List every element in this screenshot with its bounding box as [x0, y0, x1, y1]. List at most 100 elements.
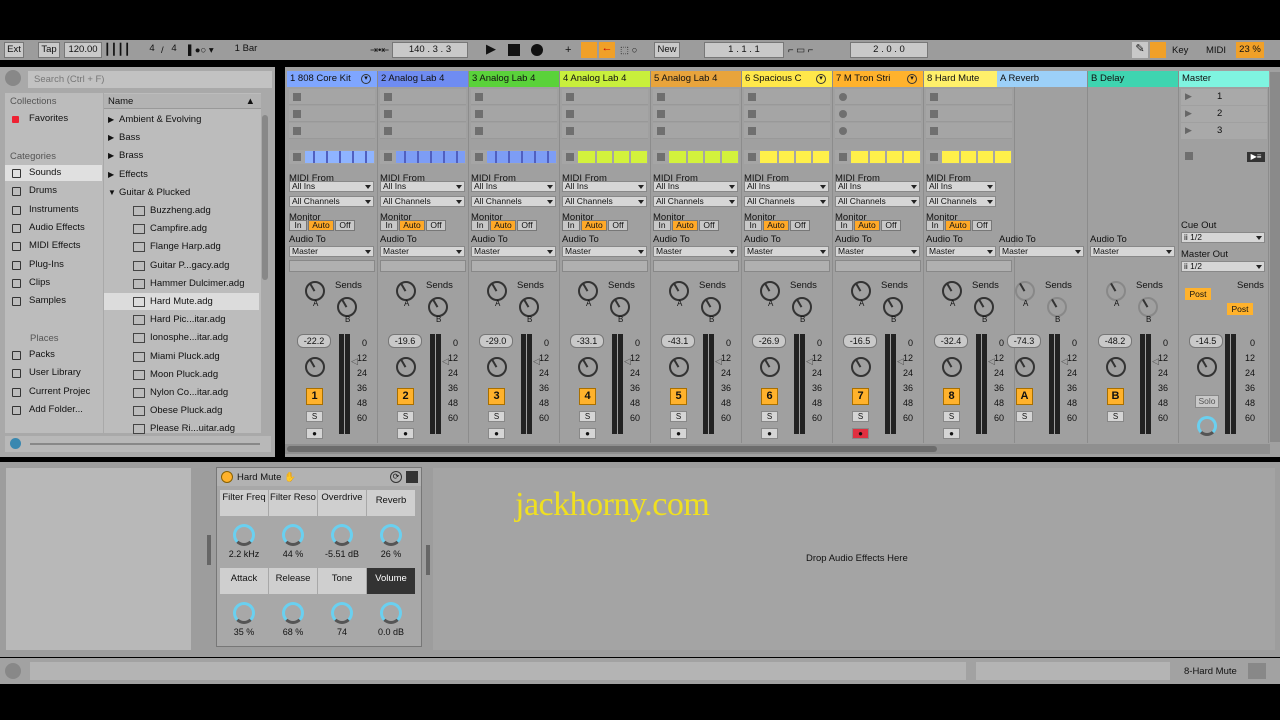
name-column-header[interactable]: Name ▲	[104, 94, 261, 109]
master-volume-field[interactable]: -14.5	[1189, 334, 1223, 348]
midi-map-label[interactable]: MIDI	[1206, 44, 1226, 57]
track-volume-field[interactable]: -43.1	[661, 334, 695, 348]
track-title[interactable]: 5 Analog Lab 4	[651, 71, 741, 87]
macro-tone-label[interactable]: Tone	[318, 568, 366, 594]
macro-knob[interactable]	[380, 524, 402, 546]
browser-file[interactable]: Obese Pluck.adg	[104, 402, 259, 419]
macro-knob[interactable]	[282, 524, 304, 546]
master-out-select[interactable]: ii 1/2	[1181, 261, 1265, 272]
track-activator-button[interactable]: 7	[852, 388, 869, 405]
cue-volume-knob[interactable]	[1197, 416, 1217, 436]
fader-handle-icon[interactable]: ◁	[624, 356, 631, 367]
follow-icon[interactable]: ⇥•⇤	[370, 44, 389, 57]
tempo-field[interactable]: 120.00	[64, 42, 102, 58]
master-pan-knob[interactable]	[1197, 357, 1217, 377]
pan-knob[interactable]	[1106, 357, 1126, 377]
send-b-knob[interactable]	[1047, 297, 1067, 317]
send-b-knob[interactable]	[974, 297, 994, 317]
automation-arm-icon[interactable]	[581, 42, 597, 58]
device-resize-handle-right[interactable]	[426, 545, 430, 575]
monitor-off-button[interactable]: Off	[608, 220, 628, 231]
clip-bar[interactable]	[760, 151, 829, 163]
audio-to-select[interactable]: Master	[289, 246, 374, 257]
clip-slot[interactable]	[562, 89, 648, 105]
track-volume-field[interactable]: -33.1	[570, 334, 604, 348]
sidebar-item-clips[interactable]: Clips	[5, 275, 102, 291]
chevron-right-icon[interactable]: ▶	[108, 111, 114, 128]
monitor-off-button[interactable]: Off	[972, 220, 992, 231]
macro-knob[interactable]	[380, 602, 402, 624]
macro-overdrive-label[interactable]: Overdrive	[318, 490, 366, 516]
monitor-in-button[interactable]: In	[471, 220, 489, 231]
scene-launch-row[interactable]: ▶ 1	[1181, 89, 1267, 105]
clip-slot[interactable]	[835, 106, 921, 122]
send-a-knob[interactable]	[942, 281, 962, 301]
monitor-auto-button[interactable]: Auto	[672, 220, 698, 231]
clip-slot[interactable]	[835, 123, 921, 139]
midi-from-select[interactable]: All Ins	[380, 181, 465, 192]
monitor-auto-button[interactable]: Auto	[854, 220, 880, 231]
clip-stop-icon[interactable]	[293, 153, 301, 161]
solo-button[interactable]: Solo	[1195, 395, 1219, 408]
monitor-in-button[interactable]: In	[562, 220, 580, 231]
macro-knob[interactable]	[331, 602, 353, 624]
chevron-down-icon[interactable]: ▼	[108, 184, 116, 201]
clip-slot[interactable]	[380, 123, 466, 139]
arm-button[interactable]: ●	[761, 428, 778, 439]
playing-clip[interactable]	[380, 150, 466, 164]
chevron-right-icon[interactable]: ▶	[108, 166, 114, 183]
fader-handle-icon[interactable]: ◁	[1061, 356, 1068, 367]
song-position-field[interactable]: 140 . 3 . 3	[392, 42, 468, 58]
clip-stop-icon[interactable]	[566, 153, 574, 161]
clip-stop-icon[interactable]	[930, 110, 938, 118]
clip-slot[interactable]	[471, 123, 557, 139]
clip-slot[interactable]	[289, 123, 375, 139]
device-save-icon[interactable]	[406, 471, 418, 483]
arm-button[interactable]: ●	[670, 428, 687, 439]
send-a-knob[interactable]	[487, 281, 507, 301]
monitor-off-button[interactable]: Off	[517, 220, 537, 231]
macro-reverb-label[interactable]: Reverb	[367, 490, 415, 516]
clip-stop-icon[interactable]	[748, 127, 756, 135]
clip-stop-icon[interactable]	[475, 153, 483, 161]
clip-stop-icon[interactable]	[930, 153, 938, 161]
solo-button[interactable]: S	[579, 411, 596, 422]
pan-knob[interactable]	[1015, 357, 1035, 377]
browser-file[interactable]: Flange Harp.adg	[104, 238, 259, 255]
monitor-auto-button[interactable]: Auto	[581, 220, 607, 231]
track-volume-field[interactable]: -29.0	[479, 334, 513, 348]
clip-stop-icon[interactable]	[839, 153, 847, 161]
master-track-title[interactable]: Master	[1179, 71, 1269, 87]
browser-file[interactable]: Please Ri...uitar.adg	[104, 420, 259, 437]
send-b-knob[interactable]	[610, 297, 630, 317]
playing-clip[interactable]	[289, 150, 375, 164]
track-activator-button[interactable]: 3	[488, 388, 505, 405]
clip-slot[interactable]	[744, 123, 830, 139]
browser-folder[interactable]: ▶ Effects	[104, 166, 259, 183]
scene-launch-row[interactable]: ▶ 3	[1181, 123, 1267, 139]
pan-knob[interactable]	[578, 357, 598, 377]
clip-stop-icon[interactable]	[657, 110, 665, 118]
key-map-label[interactable]: Key	[1172, 44, 1188, 57]
sidebar-place-2[interactable]: Current Projec	[5, 384, 102, 400]
monitor-in-button[interactable]: In	[835, 220, 853, 231]
clip-stop-icon[interactable]	[293, 93, 301, 101]
browser-folder[interactable]: ▶ Bass	[104, 129, 259, 146]
key-map-icon[interactable]	[1150, 42, 1166, 58]
fader-handle-icon[interactable]: ◁	[533, 356, 540, 367]
fader-handle-icon[interactable]: ◁	[715, 356, 722, 367]
record-icon[interactable]	[531, 44, 543, 56]
clip-stop-icon[interactable]	[475, 127, 483, 135]
monitor-in-button[interactable]: In	[380, 220, 398, 231]
track-title[interactable]: 2 Analog Lab 4	[378, 71, 468, 87]
clip-stop-icon[interactable]	[748, 110, 756, 118]
monitor-in-button[interactable]: In	[653, 220, 671, 231]
browser-folder[interactable]: ▶ Brass	[104, 147, 259, 164]
send-b-knob[interactable]	[883, 297, 903, 317]
send-a-knob[interactable]	[851, 281, 871, 301]
fader-handle-icon[interactable]: ◁	[897, 356, 904, 367]
macro-release-label[interactable]: Release	[269, 568, 317, 594]
sidebar-item-instruments[interactable]: Instruments	[5, 202, 102, 218]
session-scrollbar-track[interactable]	[285, 444, 1270, 454]
clip-bar[interactable]	[669, 151, 738, 163]
